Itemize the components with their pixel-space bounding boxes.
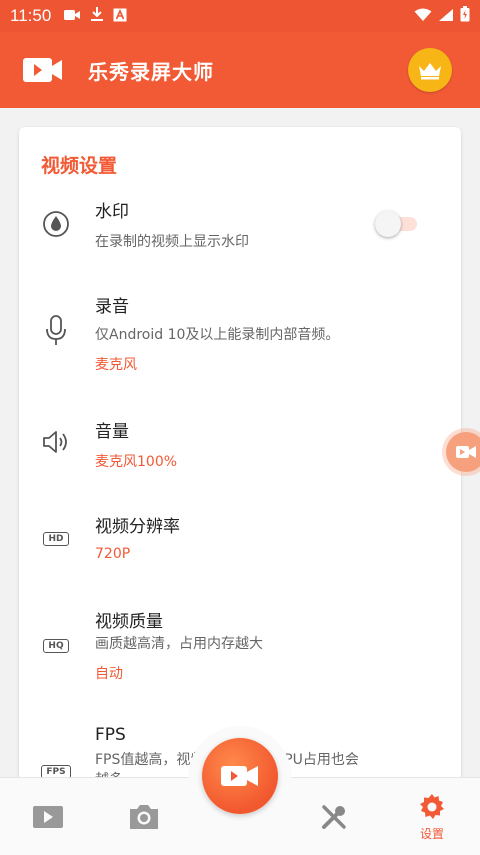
tools-icon — [322, 805, 346, 829]
crown-icon — [419, 63, 441, 80]
audio-desc: 仅Android 10及以上能录制内部音频。 — [95, 327, 340, 343]
app-title: 乐秀录屏大师 — [88, 59, 214, 84]
nav-videos[interactable] — [8, 778, 88, 855]
gear-icon — [420, 793, 444, 819]
setting-resolution[interactable]: HD 视频分辨率 720P — [19, 512, 461, 582]
nav-settings[interactable]: 设置 — [392, 778, 472, 855]
quality-value: 自动 — [95, 666, 123, 682]
resolution-value: 720P — [95, 546, 131, 562]
signal-icon — [438, 7, 454, 26]
record-button[interactable] — [202, 738, 278, 814]
video-settings-card: 视频设置 水印 在录制的视频上显示水印 录音 仅Android 10及以上能录制… — [19, 127, 461, 807]
watermark-drop-icon — [41, 209, 71, 239]
watermark-toggle[interactable] — [375, 209, 419, 237]
microphone-icon — [41, 315, 71, 346]
camera-icon — [130, 805, 158, 829]
nav-tools[interactable] — [294, 778, 374, 855]
wifi-icon — [414, 7, 432, 26]
resolution-title: 视频分辨率 — [95, 517, 180, 537]
battery-icon — [460, 6, 470, 26]
fps-title: FPS — [95, 725, 126, 745]
audio-value: 麦克风 — [95, 357, 137, 373]
video-play-icon — [33, 806, 63, 828]
watermark-desc: 在录制的视频上显示水印 — [95, 234, 249, 250]
status-time: 11:50 — [10, 6, 52, 25]
app-logo-icon — [22, 56, 64, 84]
hq-icon-label: HQ — [43, 639, 69, 653]
nav-screenshots[interactable] — [104, 778, 184, 855]
toggle-thumb — [375, 211, 401, 237]
notification-a-icon — [113, 7, 127, 26]
audio-title: 录音 — [95, 297, 129, 317]
setting-volume[interactable]: 音量 麦克风100% — [19, 417, 461, 487]
hd-icon: HD — [41, 524, 71, 554]
hq-icon: HQ — [41, 631, 71, 661]
screen-record-icon — [63, 7, 81, 26]
status-bar: 11:50 — [0, 0, 480, 32]
setting-audio[interactable]: 录音 仅Android 10及以上能录制内部音频。 麦克风 — [19, 292, 461, 392]
app-bar: 乐秀录屏大师 — [0, 32, 480, 108]
floating-recorder-bubble[interactable] — [446, 432, 480, 472]
quality-title: 视频质量 — [95, 612, 163, 632]
floating-camera-icon — [456, 446, 476, 458]
watermark-title: 水印 — [95, 202, 129, 222]
volume-value: 麦克风100% — [95, 454, 178, 470]
record-camera-icon — [221, 766, 258, 786]
nav-settings-label: 设置 — [419, 826, 444, 841]
setting-watermark[interactable]: 水印 在录制的视频上显示水印 — [19, 197, 461, 275]
setting-quality[interactable]: HQ 视频质量 画质越高清，占用内存越大 自动 — [19, 607, 461, 707]
vip-crown-button[interactable] — [408, 48, 452, 92]
hd-icon-label: HD — [43, 532, 69, 546]
volume-title: 音量 — [95, 422, 129, 442]
quality-desc: 画质越高清，占用内存越大 — [95, 636, 263, 652]
speaker-icon — [41, 427, 71, 457]
download-icon — [90, 6, 104, 26]
section-title: 视频设置 — [41, 155, 118, 177]
